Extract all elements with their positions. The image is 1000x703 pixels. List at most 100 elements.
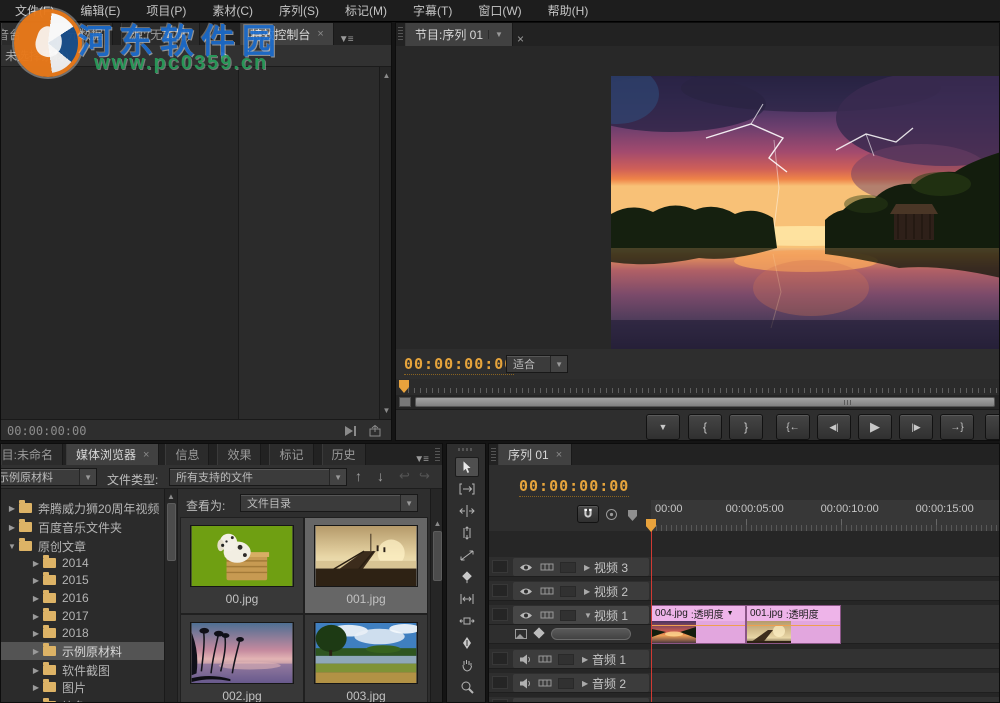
menu-help[interactable]: 帮助(H) <box>535 0 602 22</box>
speaker-icon[interactable] <box>519 654 532 665</box>
tree-item[interactable]: ▶ 图片 <box>1 678 164 696</box>
tree-item[interactable]: ▶ 奔腾威力狮20周年视频 <box>1 499 164 517</box>
scroll-up-icon[interactable]: ▲ <box>380 71 391 80</box>
keyframe-toggle-box[interactable] <box>558 677 574 689</box>
panel-grip[interactable] <box>398 27 403 42</box>
expand-track-icon[interactable]: ▶ <box>584 563 594 572</box>
mark-out-button[interactable]: } <box>729 414 763 440</box>
speaker-icon[interactable] <box>519 678 532 689</box>
chevron-down-icon[interactable]: ▼ <box>727 610 734 617</box>
tab-source-monitor[interactable]: 源:(无素材) <box>121 23 201 45</box>
rolling-edit-tool[interactable] <box>455 523 479 543</box>
forward-icon[interactable]: ↪ <box>419 468 430 484</box>
expand-track-icon[interactable]: ▶ <box>582 679 592 688</box>
collapse-track-icon[interactable]: ▼ <box>584 611 594 620</box>
encore-marker-icon[interactable] <box>605 508 618 521</box>
slip-tool[interactable] <box>455 589 479 609</box>
timeline-clip-001[interactable]: 001.jpg :透明度 <box>746 605 841 644</box>
keyframe-toggle-box[interactable] <box>560 585 576 597</box>
tree-scrollbar[interactable]: ▲ <box>164 489 177 702</box>
scroll-thumb[interactable] <box>433 531 442 581</box>
ripple-edit-tool[interactable] <box>455 501 479 521</box>
track-content-partial[interactable] <box>651 697 999 702</box>
effect-controls-scrollbar[interactable]: ▲ ▼ <box>379 67 391 419</box>
tab-metadata[interactable]: 元数据 <box>57 23 114 45</box>
program-ruler[interactable] <box>396 379 999 395</box>
tree-item-selected[interactable]: ▶ 示例原材料 <box>1 642 164 660</box>
track-content-video2[interactable] <box>651 581 999 601</box>
panel-menu-icon[interactable]: ▼≡ <box>334 34 358 45</box>
pen-tool[interactable] <box>455 633 479 653</box>
snap-toggle-button[interactable] <box>577 505 599 523</box>
go-to-out-button[interactable]: →} <box>940 414 974 440</box>
timeline-ruler[interactable]: 00:00 00:00:05:00 00:00:10:00 00:00:15:0… <box>651 500 999 532</box>
expand-track-icon[interactable]: ▶ <box>582 655 592 664</box>
zoom-level-select[interactable]: 适合 ▼ <box>506 355 568 373</box>
tab-project[interactable]: 项目:未命名 <box>1 444 63 465</box>
file-type-select[interactable]: 所有支持的文件 ▼ <box>169 468 347 486</box>
track-lock-icon[interactable] <box>540 610 554 620</box>
track-select-tool[interactable] <box>455 479 479 499</box>
track-content-audio1[interactable] <box>651 649 999 669</box>
menu-marker[interactable]: 标记(M) <box>332 0 400 22</box>
back-icon[interactable]: ↩ <box>399 468 410 484</box>
tree-item[interactable]: ▼ 原创文章 <box>1 537 164 555</box>
slide-tool[interactable] <box>455 611 479 631</box>
play-button[interactable]: ▶ <box>858 414 892 440</box>
selection-tool[interactable] <box>455 457 479 477</box>
opacity-rubber-band[interactable] <box>747 625 840 626</box>
opacity-rubber-band[interactable] <box>652 625 745 626</box>
tree-item[interactable]: ▶ 2015 <box>1 571 164 589</box>
close-icon[interactable]: × <box>517 32 524 46</box>
program-zoom-scrollbar[interactable] <box>396 395 999 409</box>
menu-clip[interactable]: 素材(C) <box>199 0 266 22</box>
view-as-select[interactable]: 文件目录 ▼ <box>240 494 418 512</box>
track-lock-icon[interactable] <box>540 562 554 572</box>
export-icon[interactable] <box>369 425 383 437</box>
step-back-button[interactable]: ◀| <box>817 414 851 440</box>
sync-lock-toggle[interactable] <box>492 676 508 689</box>
timeline-clip-004[interactable]: 004.jpg :透明度 ▼ <box>651 605 746 644</box>
play-around-icon[interactable] <box>343 425 359 437</box>
tab-sequence-01[interactable]: 序列 01 × <box>498 444 573 465</box>
rate-stretch-tool[interactable] <box>455 545 479 565</box>
timeline-view-toggle-icon[interactable]: ▶ <box>221 50 229 61</box>
keyframe-toggle-box[interactable] <box>558 653 574 665</box>
mark-in-button[interactable]: { <box>688 414 722 440</box>
scroll-thumb[interactable] <box>167 503 176 561</box>
tab-effects[interactable]: 效果 <box>217 444 262 465</box>
scroll-thumb[interactable] <box>415 397 995 407</box>
panel-grip[interactable] <box>491 448 496 461</box>
tab-media-browser[interactable]: 媒体浏览器 × <box>66 444 160 465</box>
tab-markers[interactable]: 标记 <box>269 444 314 465</box>
tab-history[interactable]: 历史 <box>321 444 366 465</box>
unnumbered-marker-icon[interactable] <box>628 510 637 521</box>
sync-lock-toggle[interactable] <box>492 652 508 665</box>
tab-audio-mixer[interactable]: 调音台 <box>1 23 31 45</box>
panel-grip[interactable] <box>458 448 474 451</box>
expand-track-icon[interactable]: ▶ <box>584 587 594 596</box>
tab-info[interactable]: 信息 <box>165 444 210 465</box>
menu-file[interactable]: 文件(F) <box>2 0 67 22</box>
tree-item[interactable]: ▶ 2014 <box>1 554 164 572</box>
menu-sequence[interactable]: 序列(S) <box>266 0 332 22</box>
keyframe-slider[interactable] <box>551 628 631 640</box>
sync-lock-toggle[interactable] <box>492 699 508 702</box>
track-output-eye-icon[interactable] <box>519 563 533 572</box>
keyframe-toggle-box[interactable] <box>560 561 576 573</box>
add-remove-keyframe-icon[interactable] <box>533 627 545 639</box>
current-time-indicator[interactable] <box>651 531 652 702</box>
step-forward-button[interactable]: |▶ <box>899 414 933 440</box>
down-directory-icon[interactable]: ↓ <box>377 468 384 484</box>
close-icon[interactable]: × <box>317 28 323 40</box>
keyframe-toggle-box[interactable] <box>560 609 576 621</box>
tree-item[interactable]: ▶ 百度音乐文件夹 <box>1 518 164 536</box>
scroll-up-icon[interactable]: ▲ <box>431 519 442 528</box>
add-marker-button[interactable]: ▼ <box>646 414 680 440</box>
location-select[interactable]: 示例原材料 ▼ <box>1 468 97 486</box>
razor-tool[interactable] <box>455 567 479 587</box>
source-timecode[interactable]: 00:00:00:00 <box>1 424 86 438</box>
program-timecode[interactable]: 00:00:00:00 <box>404 355 515 375</box>
panel-menu-icon[interactable]: ▼≡ <box>409 454 433 465</box>
panel-grip[interactable] <box>435 448 440 461</box>
